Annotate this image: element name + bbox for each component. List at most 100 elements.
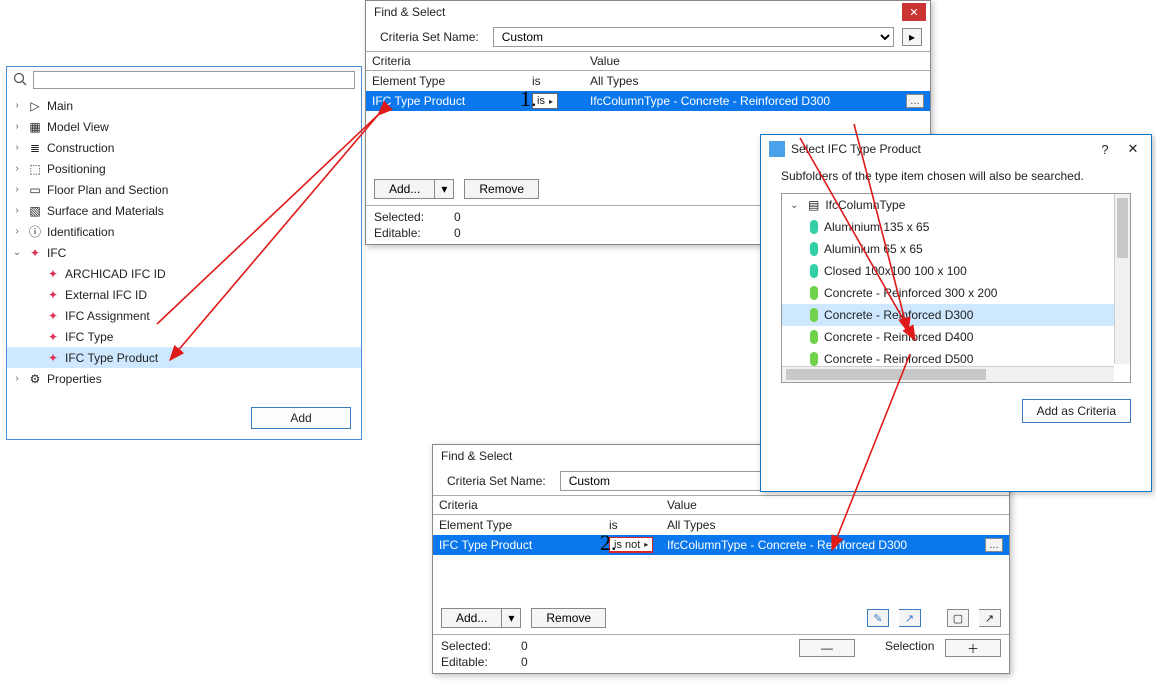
criteria-row-ifc-type-product[interactable]: IFC Type Product is not▸ IfcColumnType -… (433, 535, 1009, 555)
criteria-tree: ›▷Main ›▦Model View ›≣Construction ›⬚Pos… (7, 93, 361, 393)
dialog-title: Select IFC Type Product (791, 142, 921, 156)
selection-label: Selection (885, 639, 915, 669)
titlebar: Find & Select ✕ (366, 1, 930, 23)
value-cell: IfcColumnType - Concrete - Reinforced D3… (661, 538, 913, 552)
selected-label: Selected: (374, 210, 424, 224)
pick-tool-button[interactable]: ✎ (867, 609, 889, 627)
ifc-item[interactable]: Concrete - Reinforced 300 x 200 (782, 282, 1130, 304)
help-button[interactable]: ? (1091, 139, 1119, 159)
criteria-header: Criteria Value (366, 52, 930, 71)
ifc-item[interactable]: Aluminium 135 x 65 (782, 216, 1130, 238)
add-menu-button[interactable]: ▾ (502, 608, 521, 628)
add-button[interactable]: Add... (441, 608, 502, 628)
value-cell: All Types (584, 74, 644, 88)
operator-cell: is (603, 518, 661, 532)
value-cell: IfcColumnType - Concrete - Reinforced D3… (584, 94, 836, 108)
remove-button[interactable]: Remove (531, 608, 606, 628)
element-tool-button[interactable]: ▢ (947, 609, 969, 627)
operator-dropdown[interactable]: is▸ (532, 93, 558, 109)
tree-item-model-view[interactable]: ›▦Model View (7, 116, 361, 137)
remove-button[interactable]: Remove (464, 179, 539, 199)
tree-item-properties[interactable]: ›⚙Properties (7, 368, 361, 389)
close-button[interactable]: ✕ (1119, 139, 1147, 159)
ifc-group-column[interactable]: ⌄▤IfcColumnType (782, 194, 1130, 216)
criteria-set-label: Criteria Set Name: (374, 27, 485, 47)
selected-value: 0 (521, 639, 528, 653)
tree-item-external-ifc-id[interactable]: ✦External IFC ID (7, 284, 361, 305)
tree-label: ARCHICAD IFC ID (65, 267, 166, 281)
tree-item-floorplan[interactable]: ›▭Floor Plan and Section (7, 179, 361, 200)
col-value: Value (661, 496, 703, 514)
ifc-item-selected[interactable]: Concrete - Reinforced D300 (782, 304, 1130, 326)
dialog-subtext: Subfolders of the type item chosen will … (761, 163, 1151, 189)
material-icon (810, 308, 818, 322)
criteria-cell: Element Type (366, 74, 526, 88)
tree-item-ifc-type-product[interactable]: ✦IFC Type Product (7, 347, 361, 368)
tree-item-main[interactable]: ›▷Main (7, 95, 361, 116)
element-tool-arrow[interactable]: ↗ (979, 609, 1001, 627)
operator-cell: is (526, 74, 584, 88)
tree-item-positioning[interactable]: ›⬚Positioning (7, 158, 361, 179)
criteria-picker-panel: ›▷Main ›▦Model View ›≣Construction ›⬚Pos… (6, 66, 362, 440)
criteria-set-label: Criteria Set Name: (441, 471, 552, 491)
material-icon (810, 330, 818, 344)
editable-value: 0 (454, 226, 461, 240)
deselect-button[interactable]: — (799, 639, 855, 657)
search-input[interactable] (33, 71, 355, 89)
close-button[interactable]: ✕ (902, 3, 926, 21)
criteria-row-element-type[interactable]: Element Type is All Types (433, 515, 1009, 535)
criteria-row-ifc-type-product[interactable]: IFC Type Product is▸ IfcColumnType - Con… (366, 91, 930, 111)
add-as-criteria-button[interactable]: Add as Criteria (1022, 399, 1131, 423)
tree-label: IFC Type Product (65, 351, 158, 365)
add-button[interactable]: Add... (374, 179, 435, 199)
ifc-group-label: IfcColumnType (825, 198, 905, 212)
ifc-item[interactable]: Aluminium 65 x 65 (782, 238, 1130, 260)
material-icon (810, 220, 818, 234)
tree-item-ifc[interactable]: ⌄✦IFC (7, 242, 361, 263)
value-picker-button[interactable]: … (906, 94, 924, 108)
add-menu-button[interactable]: ▾ (435, 179, 454, 199)
criteria-cell: IFC Type Product (433, 538, 603, 552)
tree-item-ifc-assignment[interactable]: ✦IFC Assignment (7, 305, 361, 326)
scrollbar-vertical[interactable] (1114, 194, 1130, 364)
add-criteria-button[interactable]: Add (251, 407, 351, 429)
tree-item-surface[interactable]: ›▧Surface and Materials (7, 200, 361, 221)
dialog-title: Find & Select (441, 449, 512, 463)
ifc-item-label: Concrete - Reinforced D500 (824, 352, 973, 366)
ifc-item[interactable]: Concrete - Reinforced D400 (782, 326, 1130, 348)
tree-label: Main (47, 99, 73, 113)
value-cell: All Types (661, 518, 721, 532)
scrollbar-horizontal[interactable] (782, 366, 1114, 382)
criteria-header: Criteria Value (433, 496, 1009, 515)
criteria-row-element-type[interactable]: Element Type is All Types (366, 71, 930, 91)
criteria-set-select[interactable]: Custom (493, 27, 894, 47)
tree-item-identification[interactable]: ›ⓘIdentification (7, 221, 361, 242)
tree-label: Surface and Materials (47, 204, 164, 218)
ifc-item-label: Aluminium 65 x 65 (824, 242, 923, 256)
value-picker-button[interactable]: … (985, 538, 1003, 552)
tree-label: Identification (47, 225, 114, 239)
tree-label: Floor Plan and Section (47, 183, 168, 197)
material-icon (810, 242, 818, 256)
pick-tool-arrow[interactable]: ↗ (899, 609, 921, 627)
tree-label: Properties (47, 372, 102, 386)
operator-dropdown[interactable]: is not▸ (609, 537, 653, 553)
dialog-title: Find & Select (374, 5, 445, 19)
ifc-type-tree: ⌄▤IfcColumnType Aluminium 135 x 65 Alumi… (781, 193, 1131, 383)
tree-item-archicad-ifc-id[interactable]: ✦ARCHICAD IFC ID (7, 263, 361, 284)
tree-item-construction[interactable]: ›≣Construction (7, 137, 361, 158)
col-value: Value (584, 52, 626, 70)
editable-label: Editable: (374, 226, 424, 240)
selected-label: Selected: (441, 639, 491, 653)
editable-value: 0 (521, 655, 528, 669)
criteria-cell: IFC Type Product (366, 94, 526, 108)
ifc-item[interactable]: Closed 100x100 100 x 100 (782, 260, 1130, 282)
tree-item-ifc-type[interactable]: ✦IFC Type (7, 326, 361, 347)
col-criteria: Criteria (366, 52, 526, 70)
criteria-set-menu-button[interactable]: ▸ (902, 28, 922, 46)
select-button[interactable]: ＋ (945, 639, 1001, 657)
editable-label: Editable: (441, 655, 491, 669)
criteria-cell: Element Type (433, 518, 603, 532)
ifc-item-label: Closed 100x100 100 x 100 (824, 264, 967, 278)
tree-label: Model View (47, 120, 109, 134)
